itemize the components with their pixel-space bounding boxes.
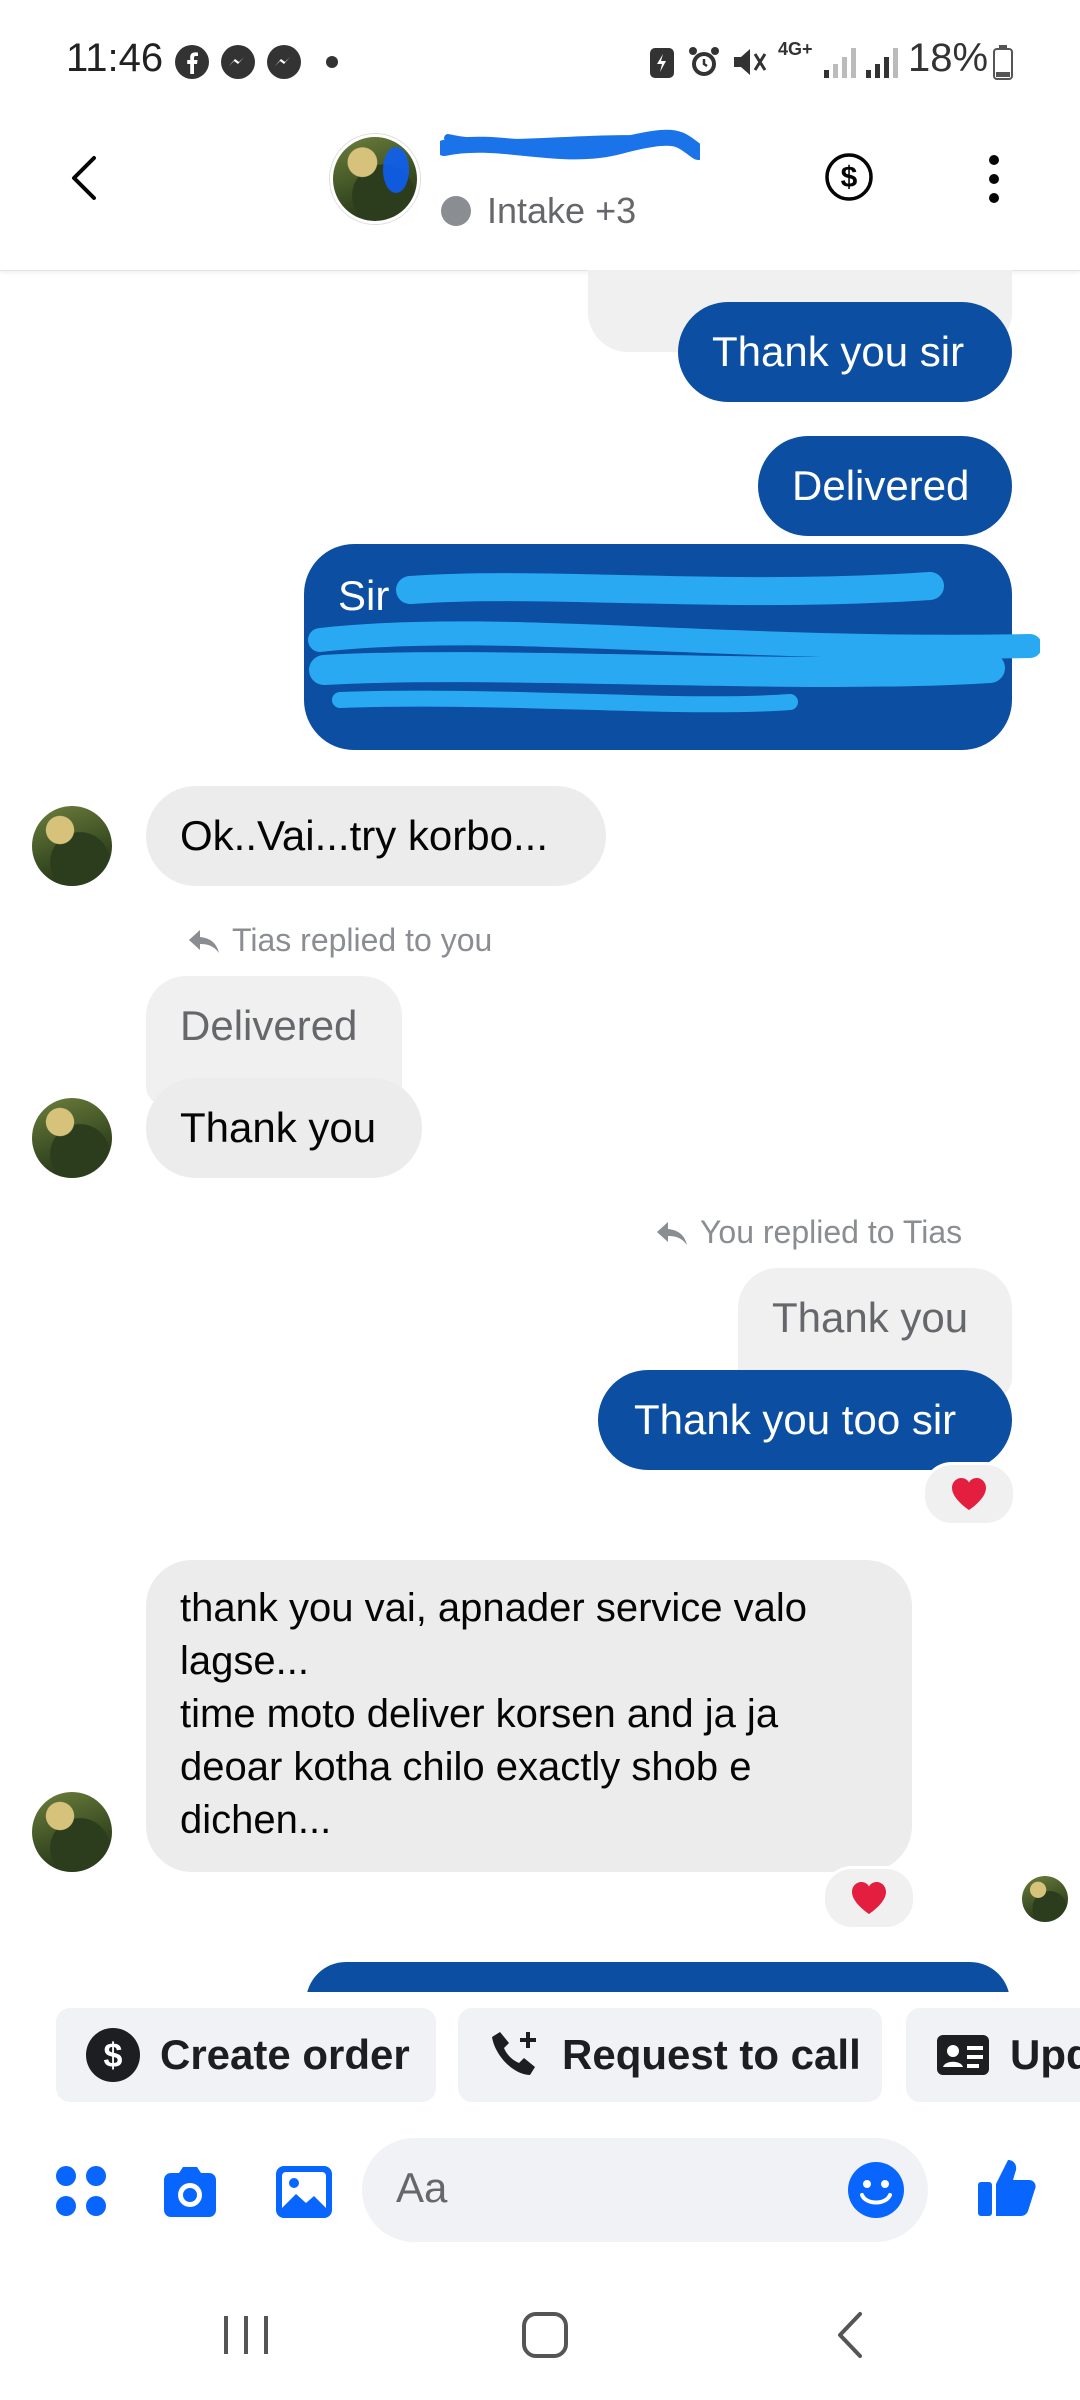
battery-saver-icon [650,48,674,78]
camera-icon[interactable] [158,2160,222,2224]
sender-avatar-1[interactable] [32,806,112,886]
heart-icon-2 [852,1882,886,1914]
signal-icon-2 [866,48,898,78]
status-time: 11:46 [66,36,164,80]
message-out-2[interactable]: Delivered [758,436,1012,536]
svg-text:$: $ [104,2037,123,2075]
contact-avatar[interactable] [330,134,420,224]
facebook-notification-icon [175,45,209,79]
mute-icon [734,49,767,75]
svg-text:$: $ [841,161,858,194]
more-vertical-icon[interactable] [982,152,1006,206]
message-out-4[interactable]: Thank you too sir [598,1370,1012,1470]
update-label: Upd [1010,2031,1080,2078]
request-call-chip[interactable]: Request to call [458,2008,882,2102]
create-order-chip[interactable]: $ Create order [56,2008,436,2102]
recent-apps-icon[interactable] [218,2312,274,2358]
heart-icon [952,1478,986,1510]
request-call-label: Request to call [562,2031,861,2078]
dollar-icon[interactable]: $ [824,152,874,202]
messenger-notification-icon [221,45,255,79]
message-in-3[interactable]: thank you vai, apnader service valo lags… [146,1560,912,1872]
contact-card-icon [937,2035,989,2075]
back-arrow-icon[interactable] [64,150,108,206]
seen-receipt-avatar [1022,1876,1068,1922]
more-notifications-dot [326,56,338,68]
reply-arrow-icon [189,930,219,953]
sender-avatar-2[interactable] [32,1098,112,1178]
redaction-scribble [308,572,1040,713]
message-input-placeholder: Aa [396,2164,448,2211]
status-bar: 11:46 4G+ 18% [0,0,1080,120]
redacted-contact-name [440,129,700,160]
update-chip[interactable]: Upd [906,2008,1080,2102]
heart-reaction-2[interactable] [822,1866,916,1930]
battery-icon [993,45,1013,80]
reply-note-2: You replied to Tias [700,1214,963,1250]
presence-indicator [441,196,471,226]
gallery-icon[interactable] [272,2160,336,2224]
nav-back-icon[interactable] [830,2308,870,2362]
reply-note-1: Tias replied to you [232,922,493,958]
signal-icon-1 [824,48,856,78]
message-out-1[interactable]: Thank you sir [678,302,1012,402]
dollar-circle-icon: $ [86,2028,140,2082]
phone-plus-icon [492,2032,536,2075]
like-thumb-icon[interactable] [974,2154,1038,2220]
message-in-2[interactable]: Thank you [146,1078,422,1178]
alarm-icon [689,47,719,76]
messenger-notification-icon-2 [267,45,301,79]
heart-reaction-1[interactable] [922,1462,1016,1526]
message-in-1[interactable]: Ok..Vai...try korbo... [146,786,606,886]
reply-arrow-icon-2 [657,1222,687,1245]
conversation-subtitle[interactable]: Intake +3 [487,190,636,232]
sender-avatar-3[interactable] [32,1792,112,1872]
create-order-label: Create order [160,2031,410,2078]
battery-percent: 18% [908,36,989,80]
emoji-icon[interactable] [846,2160,906,2220]
home-icon[interactable] [520,2310,570,2360]
apps-grid-icon[interactable] [50,2160,114,2224]
network-type: 4G+ [778,39,813,59]
